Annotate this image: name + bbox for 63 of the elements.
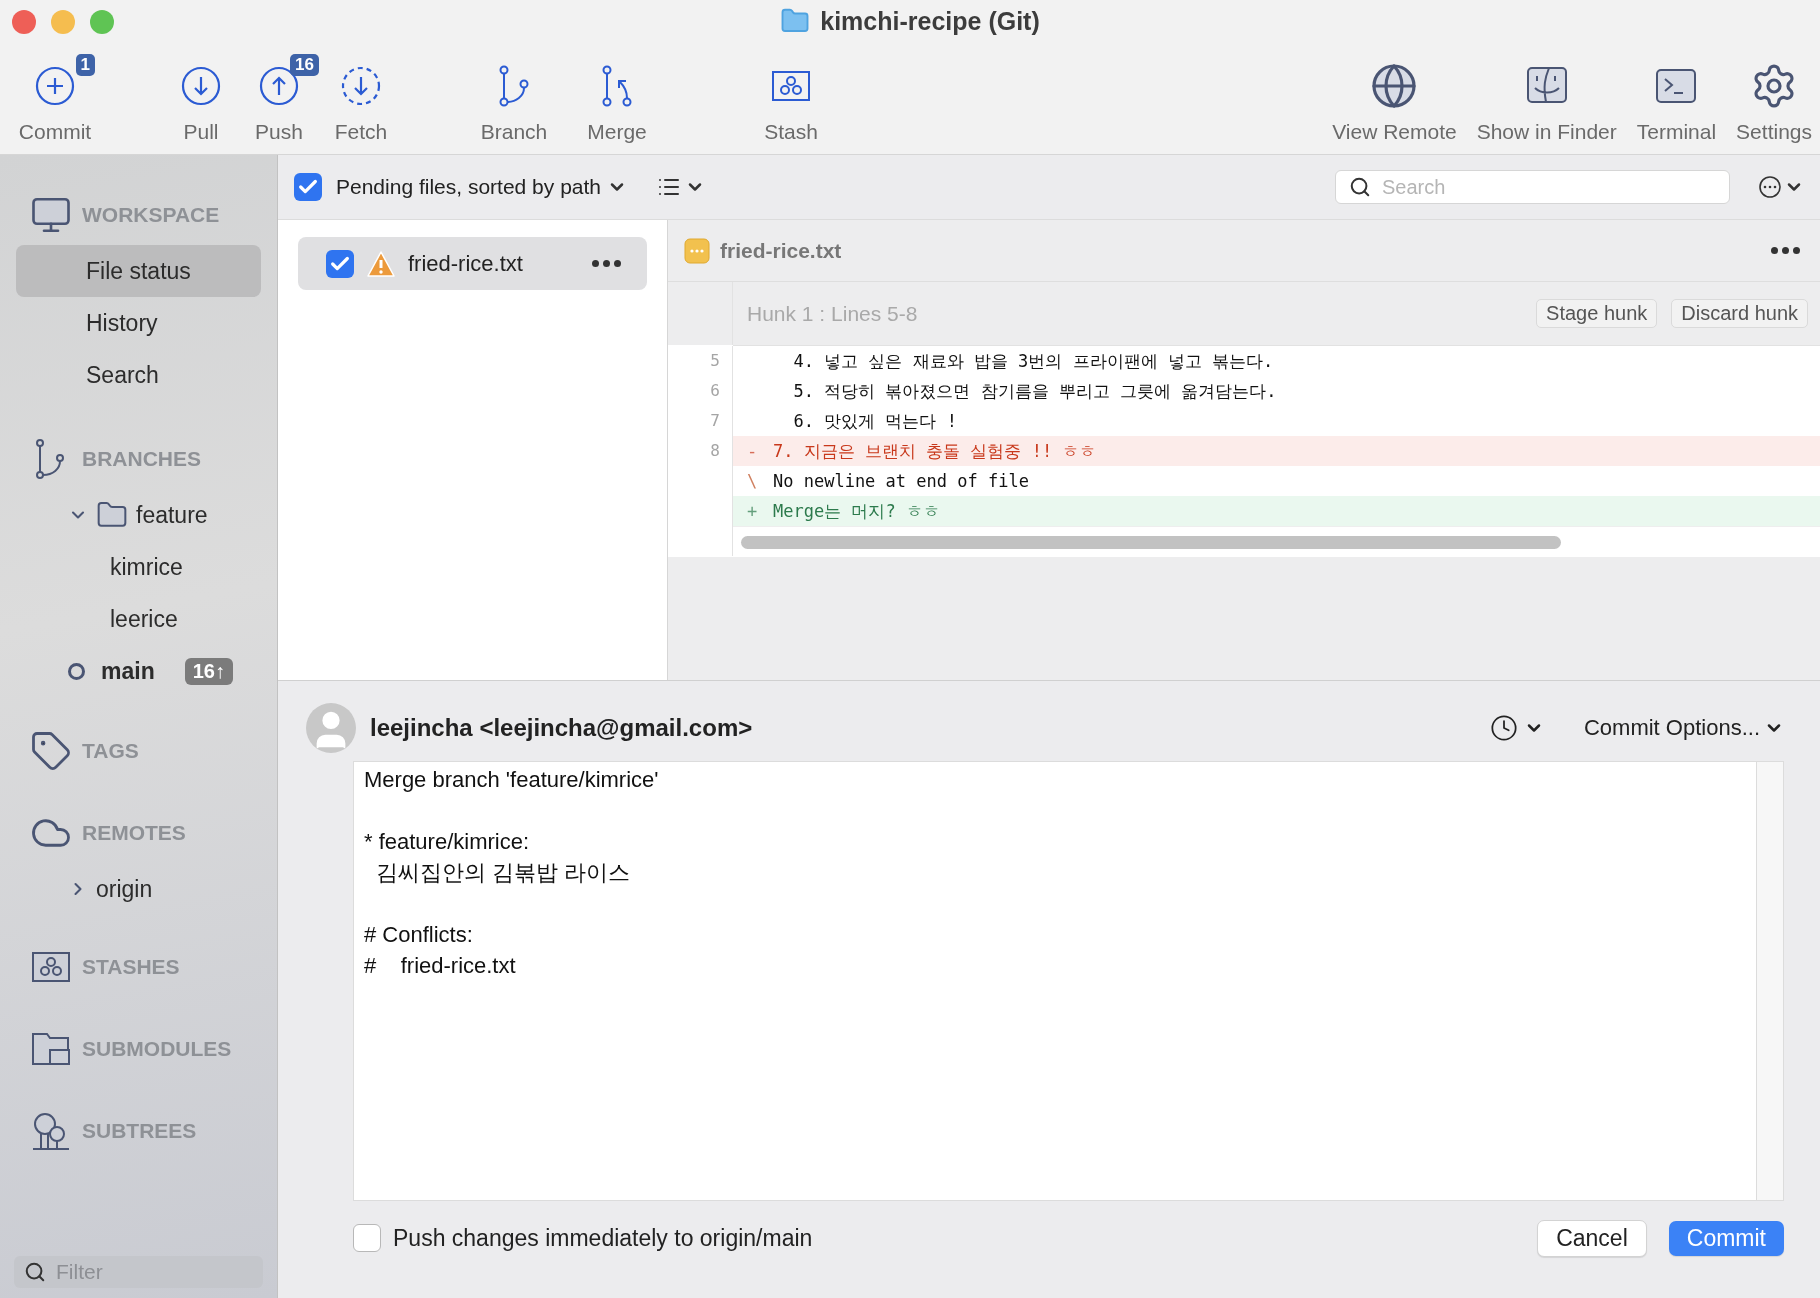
window-title: kimchi-recipe (Git) [820, 6, 1040, 36]
more-icon [1758, 175, 1782, 199]
section-heading: STASHES [82, 955, 180, 979]
hunk-button[interactable]: Stage hunk [1536, 299, 1658, 328]
tree-item[interactable]: feature [16, 489, 261, 541]
trees-icon [30, 1110, 72, 1152]
hunk-button[interactable]: Discard hunk [1671, 299, 1808, 328]
search-field[interactable]: Search [1335, 170, 1730, 204]
primary-button[interactable]: Commit [1668, 1220, 1784, 1256]
toolbar-button[interactable]: 1 Commit [8, 42, 102, 154]
hunk-title: Hunk 1 : Lines 5-8 [747, 301, 919, 326]
section-heading: WORKSPACE [82, 203, 220, 227]
tree-item[interactable]: origin [16, 863, 261, 915]
file-row[interactable]: fried-rice.txt [298, 237, 647, 290]
push-checkbox[interactable]: Push changes immediately to origin/main [353, 1224, 1516, 1252]
toolbar-button[interactable]: Terminal [1636, 42, 1717, 154]
toolbar-button[interactable]: Stash [716, 42, 866, 154]
code-line: 5. 적당히 볶아졌으면 참기름을 뿌리고 그릇에 옮겨담는다. [792, 380, 1278, 403]
toolbar-button[interactable]: 16 Push [240, 42, 318, 154]
toolbar-button[interactable]: Settings [1736, 42, 1812, 154]
count-badge: 16 [290, 54, 319, 76]
toolbar-button[interactable]: Branch [464, 42, 564, 154]
sort-dropdown[interactable]: Pending files, sorted by path [336, 175, 627, 199]
sidebar-item[interactable]: File status [16, 245, 261, 297]
section-heading: REMOTES [82, 821, 186, 845]
clock-icon [1489, 714, 1518, 742]
section-heading: SUBTREES [82, 1119, 197, 1143]
search-icon [1349, 176, 1371, 198]
sidebar-item[interactable]: History [16, 297, 261, 349]
ahead-count: 16↑ [184, 657, 233, 685]
commit-message-field[interactable]: Merge branch 'feature/kimrice' * feature/kimrice: 김씨집안의 김볶밥 라이스 # Conflicts: # fried-rice.txt [353, 761, 1756, 1201]
commit-options-dropdown[interactable]: Commit Options... [1583, 715, 1784, 741]
code-line: \ No newline at end of file [746, 470, 1030, 493]
branch-item[interactable]: kimrice [16, 541, 261, 593]
tag-icon [30, 730, 72, 772]
toolbar-button[interactable]: Pull [162, 42, 240, 154]
globe-icon [1370, 62, 1419, 110]
toolbar-button[interactable]: Show in Finder [1476, 42, 1617, 154]
scrollbar-thumb[interactable] [741, 535, 1561, 549]
section-heading: BRANCHES [82, 447, 201, 471]
section-heading: TAGS [82, 739, 139, 763]
checkbox[interactable] [326, 249, 354, 278]
toolbar-button[interactable]: View Remote [1332, 42, 1457, 154]
secondary-button[interactable]: Cancel [1537, 1219, 1647, 1257]
branch-item[interactable]: leerice [16, 593, 261, 645]
file-name: fried-rice.txt [720, 238, 843, 263]
modified-file-icon [684, 237, 710, 264]
toolbar-button[interactable]: Fetch [318, 42, 404, 154]
count-badge: 1 [75, 54, 95, 76]
branch-item[interactable]: main 16↑ [16, 645, 261, 697]
toolbar-button[interactable]: Merge [564, 42, 670, 154]
author-name: leejincha <leejincha@gmail.com> [370, 714, 754, 742]
section-heading: SUBMODULES [82, 1037, 232, 1061]
close-button[interactable] [12, 10, 36, 34]
more-icon[interactable] [1771, 247, 1800, 254]
file-name: fried-rice.txt [408, 250, 524, 277]
code-line: 4. 넣고 싶은 재료와 밥을 3번의 프라이팬에 넣고 볶는다. [792, 350, 1275, 373]
sidebar-item[interactable]: Search [16, 349, 261, 401]
avatar [306, 703, 356, 753]
search-icon [24, 1261, 46, 1283]
code-line: 6. 맛있게 먹는다 ! [792, 410, 958, 433]
checkbox[interactable] [294, 173, 322, 201]
more-icon[interactable] [592, 260, 621, 267]
